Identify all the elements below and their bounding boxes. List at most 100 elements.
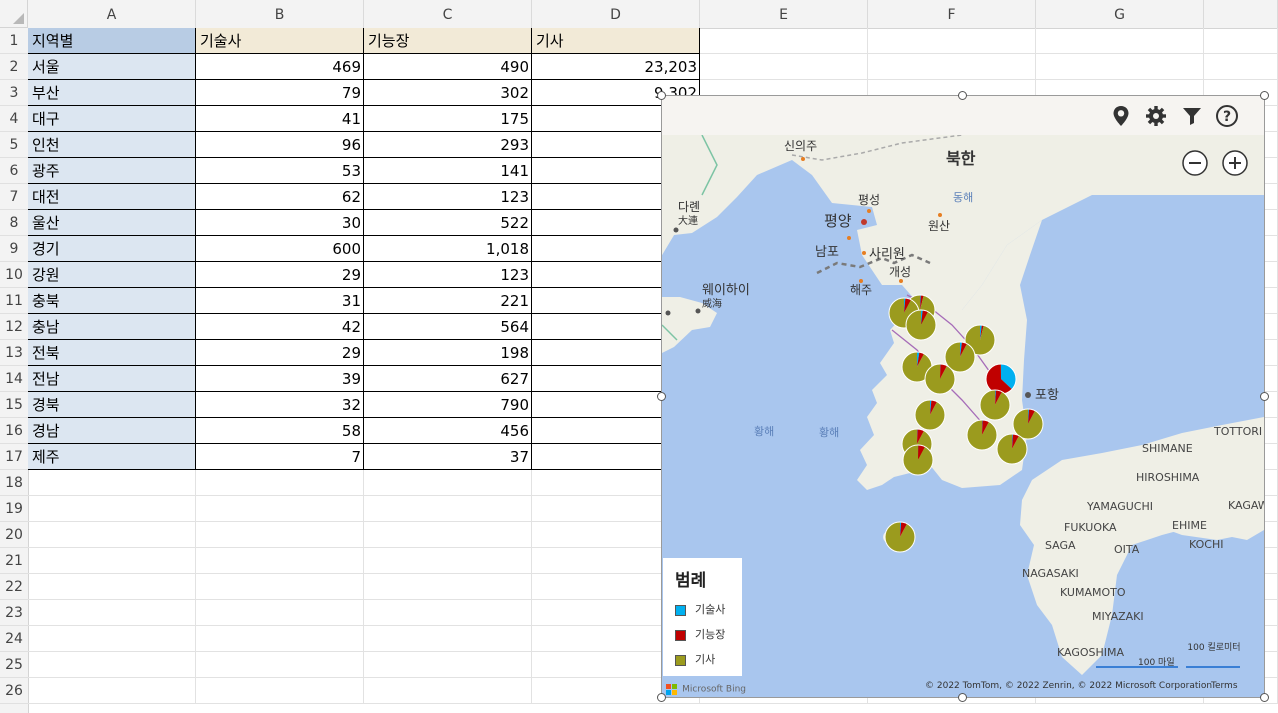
table-cell[interactable]: 41: [196, 106, 364, 132]
table-cell[interactable]: 울산: [28, 210, 196, 236]
table-cell[interactable]: 469: [196, 54, 364, 80]
gear-icon[interactable]: [1144, 104, 1168, 128]
table-cell[interactable]: 23,203: [532, 54, 700, 80]
cell[interactable]: [1036, 54, 1204, 80]
cell[interactable]: [196, 548, 364, 574]
table-cell[interactable]: 29: [196, 262, 364, 288]
cell[interactable]: [28, 600, 196, 626]
table-cell[interactable]: 경남: [28, 418, 196, 444]
cell[interactable]: [196, 496, 364, 522]
cell[interactable]: [364, 652, 532, 678]
cell[interactable]: [196, 470, 364, 496]
table-cell[interactable]: 37: [364, 444, 532, 470]
resize-handle-se[interactable]: [1260, 693, 1269, 702]
cell[interactable]: [196, 522, 364, 548]
table-cell[interactable]: 29: [196, 340, 364, 366]
table-cell[interactable]: 42: [196, 314, 364, 340]
table-cell[interactable]: 790: [364, 392, 532, 418]
region-pie[interactable]: [979, 389, 1011, 421]
region-pie[interactable]: [1012, 408, 1044, 440]
row-header-14[interactable]: 14: [0, 366, 28, 392]
resize-handle-sw[interactable]: [657, 693, 666, 702]
column-header-E[interactable]: E: [700, 0, 868, 28]
cell[interactable]: [364, 678, 532, 704]
region-pie[interactable]: [924, 363, 956, 395]
row-header-13[interactable]: 13: [0, 340, 28, 366]
table-cell[interactable]: 79: [196, 80, 364, 106]
table-cell[interactable]: 32: [196, 392, 364, 418]
row-header-3[interactable]: 3: [0, 80, 28, 106]
zoom-in-button[interactable]: [1222, 150, 1248, 176]
column-header-B[interactable]: B: [196, 0, 364, 28]
column-header-A[interactable]: A: [28, 0, 196, 28]
row-header-16[interactable]: 16: [0, 418, 28, 444]
row-header-4[interactable]: 4: [0, 106, 28, 132]
map-chart[interactable]: ? 북한 신의주 다롄 大連 평성 평양 원산 동해 남포 사리원 개성 해주 …: [657, 91, 1269, 702]
table-header-1[interactable]: 기술사: [196, 28, 364, 54]
cell[interactable]: [28, 548, 196, 574]
table-cell[interactable]: 221: [364, 288, 532, 314]
cell[interactable]: [700, 54, 868, 80]
table-cell[interactable]: 전북: [28, 340, 196, 366]
table-cell[interactable]: 522: [364, 210, 532, 236]
table-cell[interactable]: 53: [196, 158, 364, 184]
table-cell[interactable]: 198: [364, 340, 532, 366]
column-header-C[interactable]: C: [364, 0, 532, 28]
row-header-11[interactable]: 11: [0, 288, 28, 314]
table-cell[interactable]: 564: [364, 314, 532, 340]
row-header-17[interactable]: 17: [0, 444, 28, 470]
resize-handle-n[interactable]: [958, 91, 967, 100]
table-header-2[interactable]: 기능장: [364, 28, 532, 54]
table-cell[interactable]: 39: [196, 366, 364, 392]
map-canvas[interactable]: 북한 신의주 다롄 大連 평성 평양 원산 동해 남포 사리원 개성 해주 웨이…: [662, 135, 1264, 697]
resize-handle-nw[interactable]: [657, 91, 666, 100]
table-cell[interactable]: 부산: [28, 80, 196, 106]
table-cell[interactable]: 175: [364, 106, 532, 132]
row-header-18[interactable]: 18: [0, 470, 28, 496]
region-pie[interactable]: [996, 433, 1028, 465]
table-cell[interactable]: 31: [196, 288, 364, 314]
table-cell[interactable]: 600: [196, 236, 364, 262]
cell[interactable]: [364, 548, 532, 574]
location-pin-icon[interactable]: [1109, 104, 1133, 128]
cell[interactable]: [28, 522, 196, 548]
row-header-6[interactable]: 6: [0, 158, 28, 184]
table-cell[interactable]: 141: [364, 158, 532, 184]
table-cell[interactable]: 전남: [28, 366, 196, 392]
table-cell[interactable]: 1,018: [364, 236, 532, 262]
table-cell[interactable]: 제주: [28, 444, 196, 470]
row-header-20[interactable]: 20: [0, 522, 28, 548]
table-cell[interactable]: 490: [364, 54, 532, 80]
region-pie[interactable]: [905, 309, 937, 341]
table-cell[interactable]: 대구: [28, 106, 196, 132]
row-header-22[interactable]: 22: [0, 574, 28, 600]
cell[interactable]: [196, 678, 364, 704]
row-header-2[interactable]: 2: [0, 54, 28, 80]
row-header-26[interactable]: 26: [0, 678, 28, 704]
table-cell[interactable]: 서울: [28, 54, 196, 80]
select-all-corner[interactable]: [0, 0, 28, 28]
row-header-15[interactable]: 15: [0, 392, 28, 418]
cell[interactable]: [364, 574, 532, 600]
row-header-10[interactable]: 10: [0, 262, 28, 288]
cell[interactable]: [1204, 28, 1278, 54]
row-header-8[interactable]: 8: [0, 210, 28, 236]
cell[interactable]: [364, 496, 532, 522]
table-cell[interactable]: 경기: [28, 236, 196, 262]
row-header-23[interactable]: 23: [0, 600, 28, 626]
cell[interactable]: [28, 626, 196, 652]
cell[interactable]: [28, 470, 196, 496]
cell[interactable]: [364, 626, 532, 652]
table-header-3[interactable]: 기사: [532, 28, 700, 54]
map-terms-link[interactable]: Terms: [1211, 681, 1238, 691]
table-cell[interactable]: 96: [196, 132, 364, 158]
table-cell[interactable]: 30: [196, 210, 364, 236]
row-header-24[interactable]: 24: [0, 626, 28, 652]
table-cell[interactable]: 627: [364, 366, 532, 392]
cell[interactable]: [1036, 28, 1204, 54]
table-cell[interactable]: 293: [364, 132, 532, 158]
table-cell[interactable]: 경북: [28, 392, 196, 418]
region-pie[interactable]: [884, 521, 916, 553]
table-cell[interactable]: 인천: [28, 132, 196, 158]
resize-handle-s[interactable]: [958, 693, 967, 702]
